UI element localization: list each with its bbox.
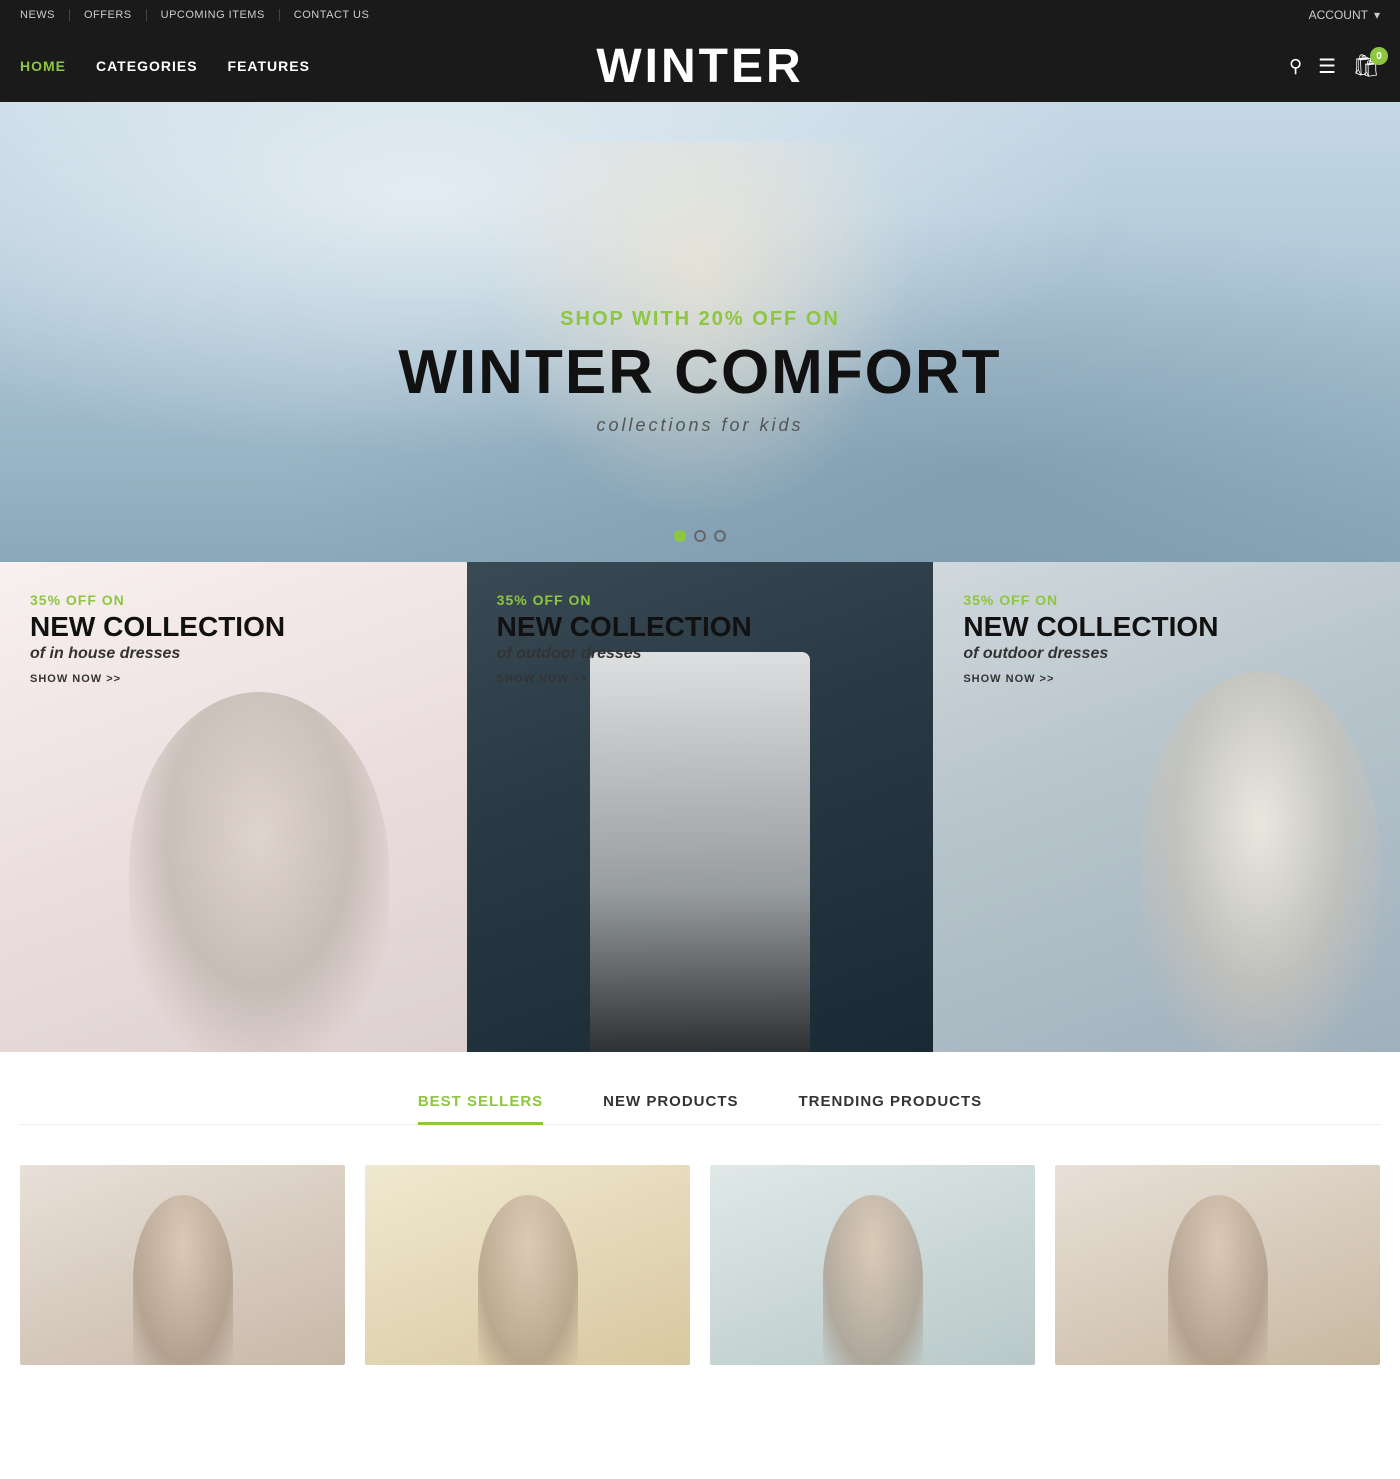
search-button[interactable]: ⚲ xyxy=(1289,56,1302,77)
promo-card-2: 35% OFF ON NEW COLLECTION of outdoor dre… xyxy=(467,562,934,1052)
nav-features[interactable]: FEATURES xyxy=(228,58,310,74)
account-menu[interactable]: ACCOUNT ▾ xyxy=(1309,8,1380,22)
promo-percent-1: 35% OFF ON xyxy=(30,592,285,608)
product-figure-2 xyxy=(365,1165,690,1365)
promo-cta-2[interactable]: SHOW NOW >> xyxy=(497,673,752,685)
hero-dot-2[interactable] xyxy=(694,530,706,542)
product-person-2 xyxy=(478,1195,578,1365)
promo-text-1: 35% OFF ON NEW COLLECTION of in house dr… xyxy=(30,592,285,685)
hero-subtitle: SHOP WITH 20% OFF ON xyxy=(398,308,1001,331)
promo-percent-2: 35% OFF ON xyxy=(497,592,752,608)
nav-offers[interactable]: OFFERS xyxy=(70,9,147,21)
promo-person-1 xyxy=(129,692,389,1052)
hero-dots xyxy=(674,530,726,542)
promo-text-3: 35% OFF ON NEW COLLECTION of outdoor dre… xyxy=(963,592,1218,685)
account-label: ACCOUNT xyxy=(1309,8,1368,22)
tab-trending[interactable]: TRENDING PRODUCTS xyxy=(799,1093,983,1125)
nav-contact[interactable]: CONTACT US xyxy=(280,9,384,21)
nav-home[interactable]: HOME xyxy=(20,58,66,74)
product-person-3 xyxy=(823,1195,923,1365)
promo-subtitle-1: of in house dresses xyxy=(30,645,285,663)
menu-button[interactable]: ☰ xyxy=(1318,54,1336,79)
product-figure-4 xyxy=(1055,1165,1380,1365)
nav-upcoming[interactable]: UPCOMING ITEMS xyxy=(147,9,280,21)
product-card-2[interactable] xyxy=(365,1165,690,1365)
product-card-1[interactable] xyxy=(20,1165,345,1365)
promo-card-1: 35% OFF ON NEW COLLECTION of in house dr… xyxy=(0,562,467,1052)
tab-best-sellers[interactable]: BEST SELLERS xyxy=(418,1093,543,1125)
promo-title-2: NEW COLLECTION xyxy=(497,612,752,643)
product-person-1 xyxy=(133,1195,233,1365)
promo-subtitle-3: of outdoor dresses xyxy=(963,645,1218,663)
tab-new-products[interactable]: NEW PRODUCTS xyxy=(603,1093,738,1125)
nav-news[interactable]: NEWS xyxy=(20,9,70,21)
promo-percent-3: 35% OFF ON xyxy=(963,592,1218,608)
hero-dot-1[interactable] xyxy=(674,530,686,542)
product-card-3[interactable] xyxy=(710,1165,1035,1365)
hero-content: SHOP WITH 20% OFF ON WINTER COMFORT coll… xyxy=(398,308,1001,436)
search-icon: ⚲ xyxy=(1289,56,1302,76)
product-person-4 xyxy=(1168,1195,1268,1365)
cart-button[interactable]: 🛍 0 xyxy=(1352,53,1380,79)
promo-text-2: 35% OFF ON NEW COLLECTION of outdoor dre… xyxy=(497,592,752,685)
product-figure-1 xyxy=(20,1165,345,1365)
chevron-down-icon: ▾ xyxy=(1374,8,1380,22)
hero-tagline: collections for kids xyxy=(398,415,1001,436)
cart-count: 0 xyxy=(1370,47,1388,65)
promo-title-3: NEW COLLECTION xyxy=(963,612,1218,643)
hamburger-icon: ☰ xyxy=(1318,56,1336,78)
promo-person-2 xyxy=(590,652,810,1052)
promo-title-1: NEW COLLECTION xyxy=(30,612,285,643)
hero-title: WINTER COMFORT xyxy=(398,339,1001,407)
product-section: BEST SELLERS NEW PRODUCTS TRENDING PRODU… xyxy=(0,1052,1400,1395)
nav-links: HOME CATEGORIES FEATURES xyxy=(20,58,310,74)
promo-card-3: 35% OFF ON NEW COLLECTION of outdoor dre… xyxy=(933,562,1400,1052)
promo-subtitle-2: of outdoor dresses xyxy=(497,645,752,663)
promo-cta-3[interactable]: SHOW NOW >> xyxy=(963,673,1218,685)
product-card-4[interactable] xyxy=(1055,1165,1380,1365)
promo-person-3 xyxy=(1140,672,1380,1052)
product-tabs: BEST SELLERS NEW PRODUCTS TRENDING PRODU… xyxy=(20,1092,1380,1125)
top-bar: NEWS OFFERS UPCOMING ITEMS CONTACT US AC… xyxy=(0,0,1400,30)
promo-cta-1[interactable]: SHOW NOW >> xyxy=(30,673,285,685)
product-grid xyxy=(20,1155,1380,1375)
promo-section: 35% OFF ON NEW COLLECTION of in house dr… xyxy=(0,562,1400,1052)
product-figure-3 xyxy=(710,1165,1035,1365)
site-logo[interactable]: WINTER xyxy=(596,39,803,94)
main-nav: HOME CATEGORIES FEATURES WINTER ⚲ ☰ 🛍 0 xyxy=(0,30,1400,102)
hero-dot-3[interactable] xyxy=(714,530,726,542)
nav-actions: ⚲ ☰ 🛍 0 xyxy=(1289,53,1380,79)
hero-banner: SHOP WITH 20% OFF ON WINTER COMFORT coll… xyxy=(0,102,1400,562)
top-nav: NEWS OFFERS UPCOMING ITEMS CONTACT US xyxy=(20,9,383,21)
nav-categories[interactable]: CATEGORIES xyxy=(96,58,198,74)
